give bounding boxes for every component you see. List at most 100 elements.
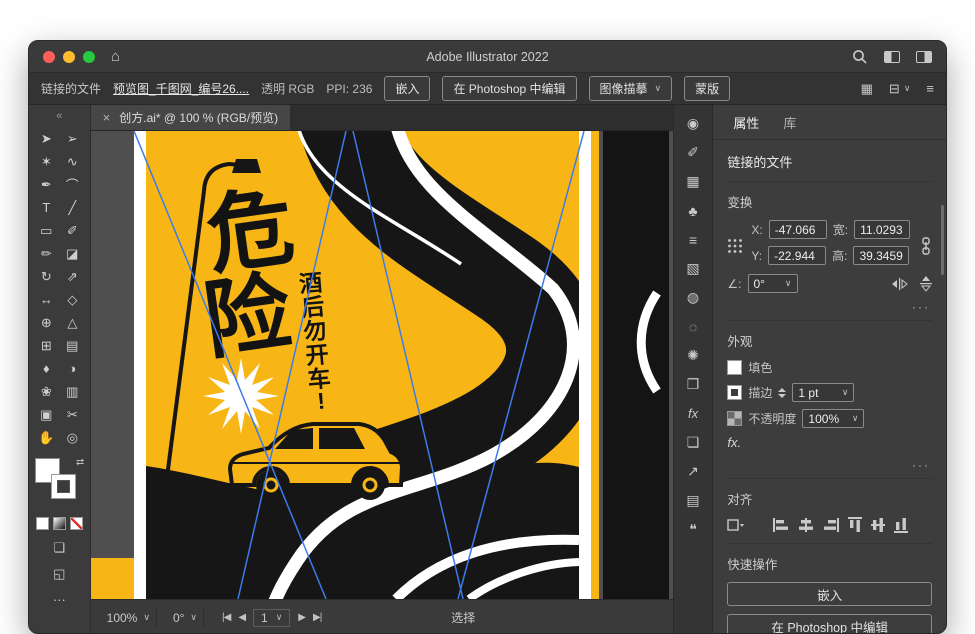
direct-selection-tool[interactable]: ➢	[59, 127, 85, 150]
canvas[interactable]: 危 险 酒 后 勿 开 车 !	[91, 131, 673, 599]
rotation-select[interactable]: 0° ∨	[167, 609, 204, 627]
height-input[interactable]: 39.3459	[853, 246, 909, 265]
align-to-selection-icon[interactable]	[727, 518, 745, 532]
free-transform-tool[interactable]: ◇	[59, 288, 85, 311]
appearance-panel-icon[interactable]: ✺	[674, 341, 713, 370]
gradient-tool[interactable]: ▤	[59, 334, 85, 357]
search-icon[interactable]	[852, 49, 868, 65]
link-dimensions-icon[interactable]	[920, 237, 932, 255]
scale-tool[interactable]: ⇗	[59, 265, 85, 288]
y-input[interactable]: -22.944	[768, 246, 826, 265]
align-right-icon[interactable]	[823, 518, 839, 532]
stroke-weight-select[interactable]: 1 pt ∨	[792, 383, 854, 402]
width-input[interactable]: 11.0293	[854, 220, 910, 239]
edit-in-photoshop-button[interactable]: 在 Photoshop 中编辑	[442, 76, 576, 101]
appearance-more-options-icon[interactable]: ···	[727, 458, 930, 472]
stroke-weight-stepper[interactable]	[778, 388, 786, 398]
image-trace-button[interactable]: 图像描摹 ∨	[589, 76, 673, 101]
transform-more-options-icon[interactable]: ···	[727, 300, 930, 314]
align-horizontal-center-icon[interactable]	[798, 518, 814, 532]
offstage-yellow-block[interactable]	[91, 558, 134, 599]
pencil-tool[interactable]: ✏	[33, 242, 59, 265]
zoom-window-button[interactable]	[83, 51, 95, 63]
fill-swatch[interactable]	[727, 360, 742, 375]
align-left-icon[interactable]	[773, 518, 789, 532]
mesh-tool[interactable]: ⊞	[33, 334, 59, 357]
flip-vertical-icon[interactable]	[920, 275, 932, 292]
quick-edit-in-photoshop-button[interactable]: 在 Photoshop 中编辑	[727, 614, 932, 634]
opacity-select[interactable]: 100% ∨	[802, 409, 864, 428]
gradient-panel-icon[interactable]: ▧	[674, 254, 713, 283]
layers-panel-icon[interactable]: ❏	[674, 428, 713, 457]
draw-mode-icon[interactable]: ❏	[53, 540, 65, 556]
close-tab-icon[interactable]: ×	[103, 110, 111, 125]
blend-tool[interactable]: ◑	[59, 357, 85, 380]
control-menu-icon[interactable]: ≡	[926, 81, 934, 96]
eyedropper-tool[interactable]: ♦	[33, 357, 59, 380]
tab-libraries[interactable]: 库	[783, 113, 796, 132]
transparency-panel-icon[interactable]: ◌	[674, 312, 713, 341]
3d-materials-panel-icon[interactable]: ◍	[674, 283, 713, 312]
artboard-tool[interactable]: ▣	[33, 403, 59, 426]
none-button[interactable]	[70, 517, 83, 530]
align-bottom-icon[interactable]	[894, 517, 908, 533]
embed-button[interactable]: 嵌入	[384, 76, 430, 101]
toolbar-collapse-icon[interactable]: «	[29, 105, 90, 127]
poster-artwork[interactable]: 危 险 酒 后 勿 开 车 !	[146, 131, 599, 599]
share-panel-icon[interactable]: ↗	[674, 457, 713, 486]
rotate-angle-select[interactable]: 0° ∨	[748, 274, 798, 293]
offstage-artwork[interactable]	[603, 131, 669, 599]
brushes-panel-icon[interactable]: ✐	[674, 138, 713, 167]
symbol-sprayer-tool[interactable]: ❀	[33, 380, 59, 403]
zoom-tool[interactable]: ◎	[59, 426, 85, 449]
canvas-artwork[interactable]: 危 险 酒 后 勿 开 车 !	[91, 131, 673, 599]
quick-embed-button[interactable]: 嵌入	[727, 582, 932, 606]
color-panel-icon[interactable]: ◉	[674, 109, 713, 138]
screen-mode-icon[interactable]: ◱	[53, 566, 65, 582]
workspace-switcher-icon[interactable]	[916, 51, 932, 63]
lasso-tool[interactable]: ∿	[59, 150, 85, 173]
tab-properties[interactable]: 属性	[733, 113, 759, 132]
linked-file-name[interactable]: 预览图_千图网_编号26....	[113, 80, 249, 97]
asset-export-panel-icon[interactable]: ❐	[674, 370, 713, 399]
rotate-tool[interactable]: ↻	[33, 265, 59, 288]
reference-point-icon[interactable]	[727, 238, 743, 254]
magic-wand-tool[interactable]: ✶	[33, 150, 59, 173]
next-artboard-button[interactable]: ▶	[298, 612, 305, 623]
arrange-documents-icon[interactable]	[884, 51, 900, 63]
graphic-styles-panel-icon[interactable]: fx	[674, 399, 713, 428]
stroke-color-swatch[interactable]	[51, 474, 76, 499]
effects-button[interactable]: fx.	[727, 435, 932, 450]
panel-scrollbar[interactable]	[941, 205, 944, 275]
align-top-icon[interactable]	[848, 517, 862, 533]
hand-tool[interactable]: ✋	[33, 426, 59, 449]
stroke-swatch[interactable]	[727, 385, 742, 400]
curvature-tool[interactable]: ⌒	[59, 173, 85, 196]
home-icon[interactable]: ⌂	[111, 48, 120, 65]
touch-workspace-icon[interactable]: ▦	[861, 81, 873, 97]
line-segment-tool[interactable]: ╱	[59, 196, 85, 219]
panel-toggle-icon[interactable]: ⊟ ∨	[889, 81, 911, 97]
x-input[interactable]: -47.066	[769, 220, 827, 239]
flip-horizontal-icon[interactable]	[891, 278, 908, 290]
zoom-level-select[interactable]: 100% ∨	[101, 609, 157, 627]
artboard-number-select[interactable]: 1 ∨	[253, 609, 290, 627]
swatches-panel-icon[interactable]: ▦	[674, 167, 713, 196]
align-vertical-center-icon[interactable]	[871, 517, 885, 533]
first-artboard-button[interactable]: |◀	[222, 612, 230, 623]
swap-fill-stroke-icon[interactable]: ⇄	[76, 457, 84, 468]
last-artboard-button[interactable]: ▶|	[313, 612, 321, 623]
slice-tool[interactable]: ✂	[59, 403, 85, 426]
rectangle-tool[interactable]: ▭	[33, 219, 59, 242]
color-button[interactable]	[36, 517, 49, 530]
artboards-panel-icon[interactable]: ▤	[674, 486, 713, 515]
perspective-grid-tool[interactable]: △	[59, 311, 85, 334]
gradient-button[interactable]	[53, 517, 66, 530]
image-trace-chevron-icon[interactable]: ∨	[655, 83, 662, 94]
document-tab[interactable]: × 创方.ai* @ 100 % (RGB/预览)	[91, 105, 290, 130]
symbols-panel-icon[interactable]: ♣	[674, 196, 713, 225]
minimize-window-button[interactable]	[63, 51, 75, 63]
shape-builder-tool[interactable]: ⊕	[33, 311, 59, 334]
paintbrush-tool[interactable]: ✐	[59, 219, 85, 242]
column-graph-tool[interactable]: ▥	[59, 380, 85, 403]
